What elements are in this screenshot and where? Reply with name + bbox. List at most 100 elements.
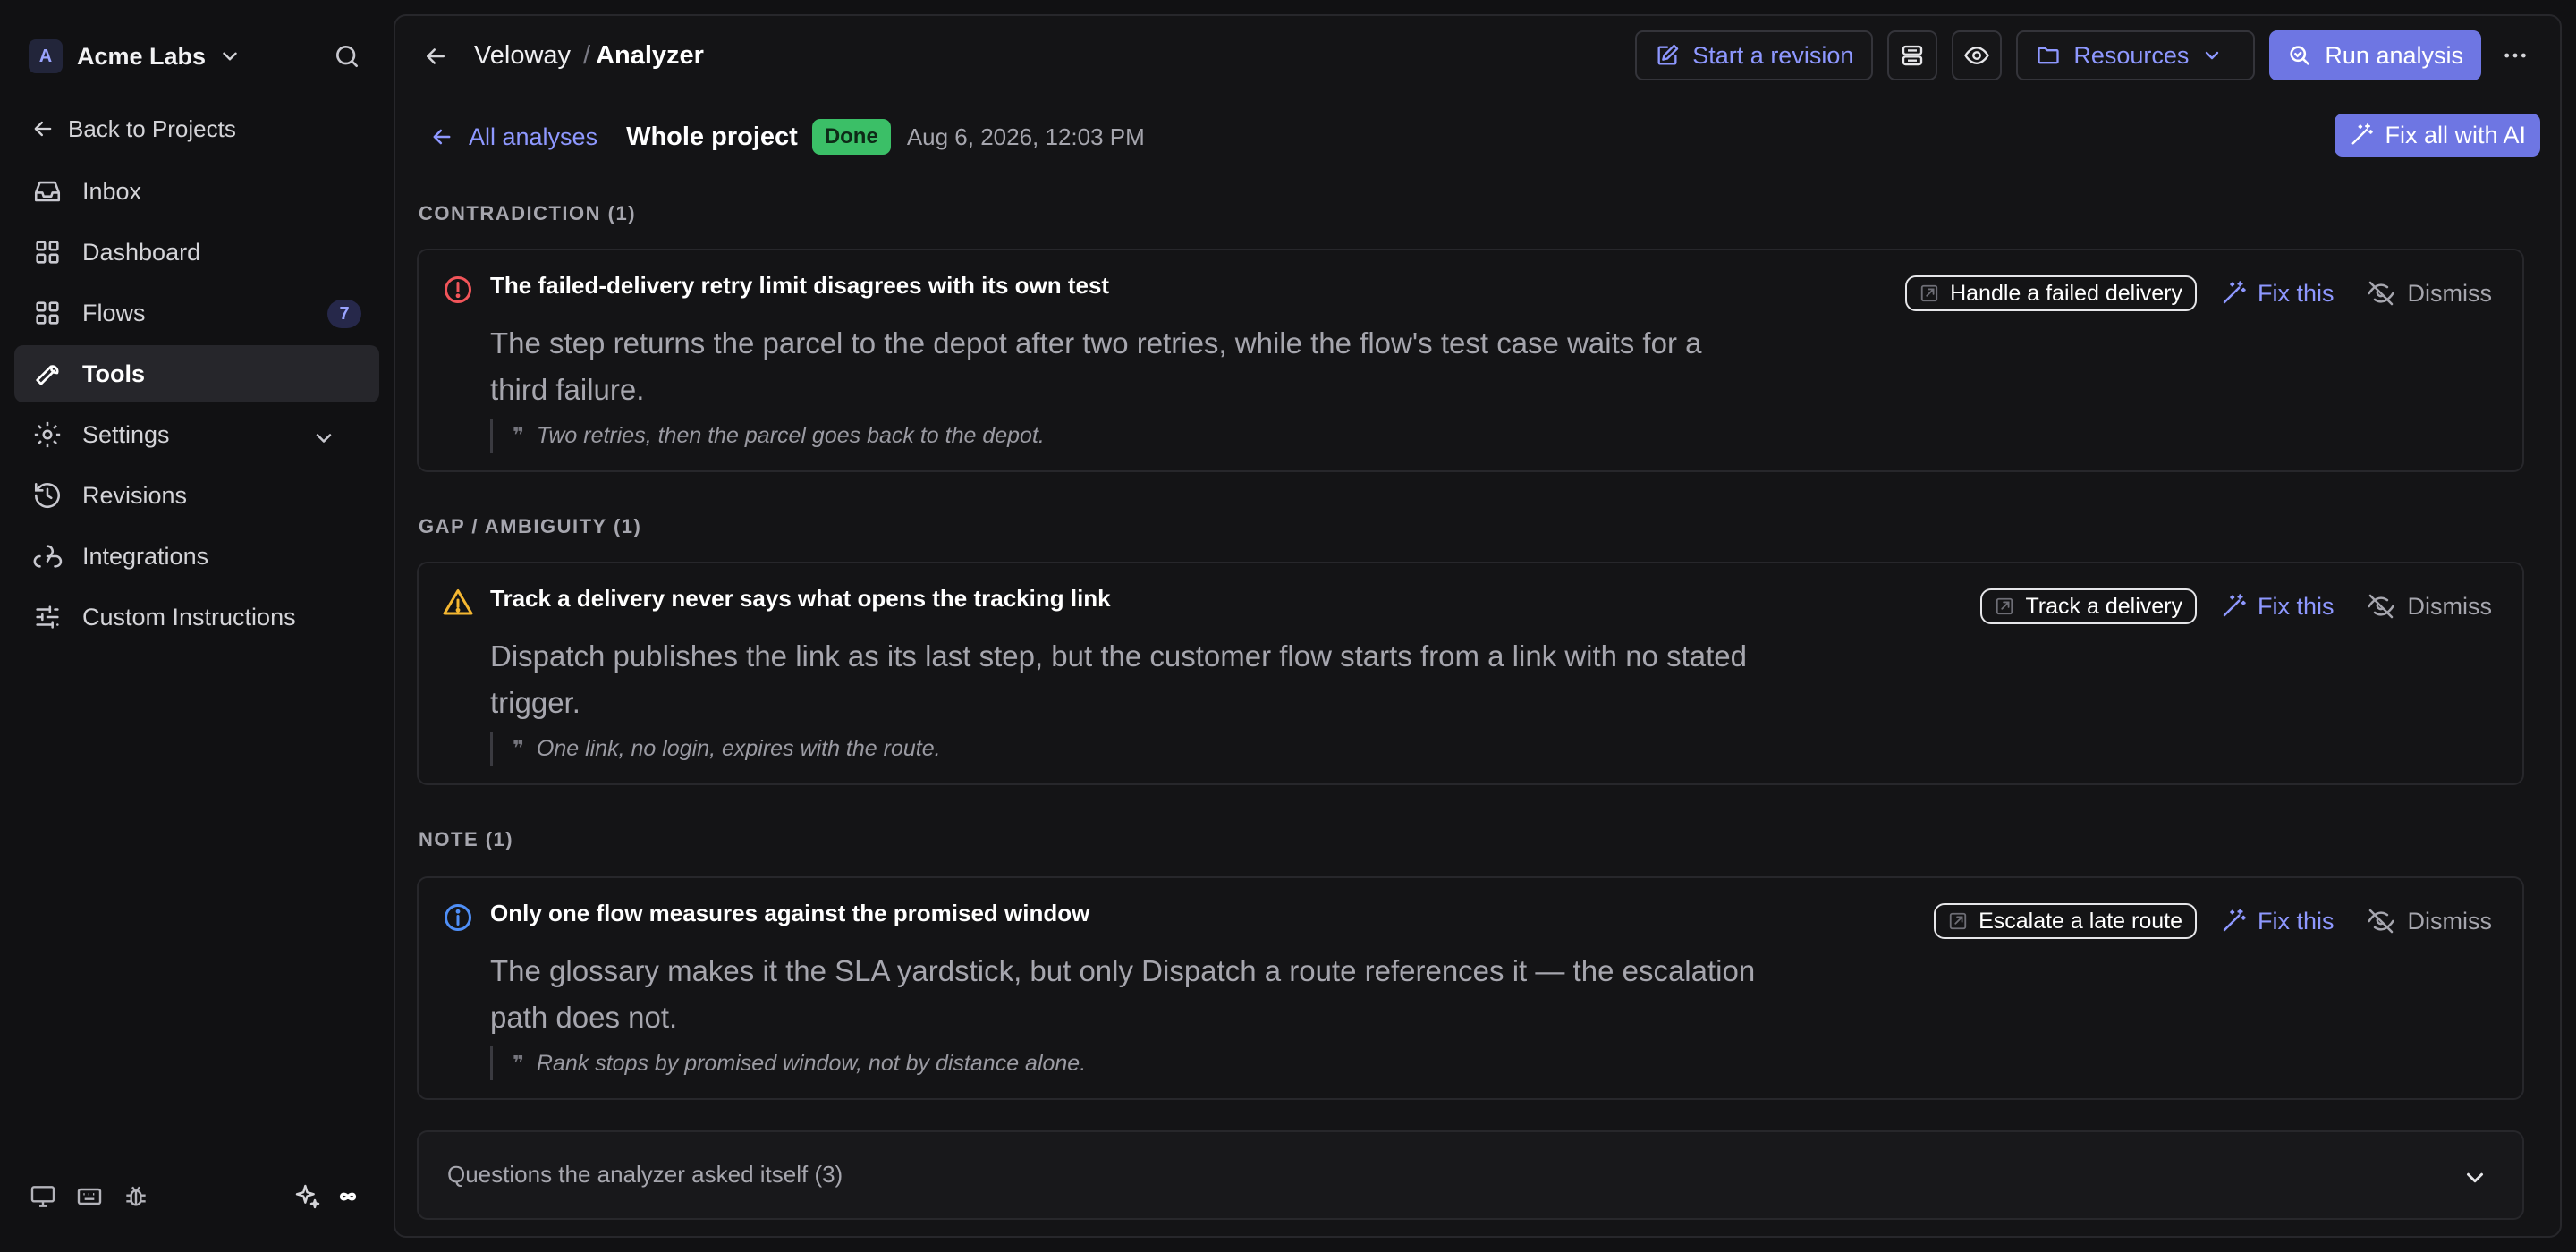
- top-bar: Veloway / Analyzer Start a revision Reso…: [395, 16, 2560, 97]
- chevron-down-icon: [311, 426, 356, 451]
- eye-off-icon: [2367, 592, 2408, 621]
- dismiss-label: Dismiss: [2407, 907, 2493, 935]
- panels-icon: [1899, 42, 1926, 69]
- breadcrumb-separator: /: [583, 41, 591, 70]
- run-analysis-button[interactable]: Run analysis: [2269, 30, 2481, 80]
- status-badge: Done: [811, 119, 891, 155]
- magic-wand-icon: [2349, 123, 2385, 148]
- flow-link-chip[interactable]: Track a delivery: [1980, 588, 2197, 624]
- flow-link-chip[interactable]: Escalate a late route: [1934, 903, 2197, 939]
- finding-description: The glossary makes it the SLA yardstick,…: [490, 954, 1756, 1034]
- chevron-down-icon: [2201, 45, 2235, 66]
- fix-this-button[interactable]: Fix this: [2220, 280, 2334, 308]
- external-link-icon: [1948, 911, 1979, 931]
- external-link-icon: [1919, 283, 1950, 303]
- dismiss-button[interactable]: Dismiss: [2367, 592, 2492, 621]
- search-analyze-icon: [2287, 43, 2325, 68]
- info-icon: [442, 901, 474, 934]
- sidebar-item-label: Settings: [82, 420, 170, 448]
- workspace-switcher[interactable]: A Acme Labs: [29, 36, 242, 77]
- finding-title: Only one flow measures against the promi…: [490, 900, 1090, 926]
- sidebar-nav: Inbox Dashboard Flows 7 Tools Settings R…: [14, 163, 379, 649]
- finding-card-contradiction: The failed-delivery retry limit disagree…: [417, 249, 2524, 472]
- sidebar-item-label: Inbox: [82, 177, 142, 205]
- finding-actions: Escalate a late route Fix this Dismiss: [1934, 903, 2492, 939]
- workspace-avatar: A: [29, 39, 63, 73]
- sliders-icon: [32, 602, 82, 632]
- magic-wand-icon: [2220, 593, 2258, 620]
- all-analyses-link[interactable]: All analyses: [429, 123, 597, 151]
- quote-icon: ❞: [513, 424, 524, 446]
- sidebar-item-integrations[interactable]: Integrations: [14, 528, 379, 585]
- sparkles-icon[interactable]: [293, 1182, 335, 1211]
- analysis-scope: Whole project: [626, 122, 798, 151]
- finding-description: The step returns the parcel to the depot…: [490, 326, 1702, 406]
- sidebar-item-flows[interactable]: Flows 7: [14, 284, 379, 342]
- quote-text: One link, no login, expires with the rou…: [536, 735, 941, 761]
- infinity-icon[interactable]: [335, 1183, 374, 1210]
- fix-this-label: Fix this: [2257, 907, 2334, 935]
- resources-label: Resources: [2073, 41, 2190, 69]
- fix-this-label: Fix this: [2257, 279, 2334, 307]
- sidebar-item-dashboard[interactable]: Dashboard: [14, 224, 379, 281]
- resources-dropdown[interactable]: Resources: [2016, 30, 2256, 80]
- sidebar-item-inbox[interactable]: Inbox: [14, 163, 379, 220]
- sidebar-item-settings[interactable]: Settings: [14, 406, 379, 463]
- monitor-icon[interactable]: [29, 1182, 75, 1211]
- search-icon[interactable]: [333, 42, 361, 71]
- sidebar-item-tools[interactable]: Tools: [14, 345, 379, 402]
- wrench-icon: [32, 359, 82, 389]
- sidebar-footer-right: [293, 1182, 374, 1211]
- flow-link-label: Handle a failed delivery: [1950, 280, 2182, 306]
- more-horizontal-icon: [2501, 41, 2529, 70]
- chevron-down-icon: [218, 45, 242, 68]
- fix-this-button[interactable]: Fix this: [2220, 908, 2334, 935]
- fix-this-button[interactable]: Fix this: [2220, 593, 2334, 621]
- bug-icon[interactable]: [122, 1182, 168, 1211]
- finding-title: The failed-delivery retry limit disagree…: [490, 272, 1110, 299]
- dismiss-button[interactable]: Dismiss: [2367, 279, 2492, 308]
- arrow-left-icon: [429, 124, 469, 149]
- flow-link-label: Track a delivery: [2025, 593, 2182, 619]
- sidebar-item-revisions[interactable]: Revisions: [14, 467, 379, 524]
- magic-wand-icon: [2220, 280, 2258, 307]
- fix-all-with-ai-button[interactable]: Fix all with AI: [2334, 114, 2540, 156]
- fix-this-label: Fix this: [2257, 592, 2334, 620]
- magic-wand-icon: [2220, 908, 2258, 935]
- fix-all-label: Fix all with AI: [2385, 121, 2526, 148]
- flow-link-chip[interactable]: Handle a failed delivery: [1905, 275, 2197, 311]
- all-analyses-label: All analyses: [469, 123, 598, 150]
- layout-toggle-button[interactable]: [1887, 30, 1938, 80]
- edit-icon: [1655, 43, 1692, 68]
- back-to-projects-link[interactable]: Back to Projects: [30, 111, 236, 147]
- quote-text: Two retries, then the parcel goes back t…: [536, 422, 1045, 448]
- sidebar: A Acme Labs Back to Projects Inbox Dashb…: [0, 0, 394, 1252]
- flows-icon: [32, 298, 82, 328]
- history-icon: [32, 480, 82, 511]
- section-heading-contradiction: CONTRADICTION (1): [419, 202, 637, 224]
- workspace-name: Acme Labs: [77, 42, 207, 70]
- alert-circle-icon: [442, 274, 474, 306]
- page-title: Analyzer: [596, 41, 704, 70]
- finding-quote: ❞ One link, no login, expires with the r…: [490, 732, 941, 766]
- sidebar-item-label: Flows: [82, 299, 146, 326]
- arrow-left-icon: [30, 116, 68, 141]
- start-revision-button[interactable]: Start a revision: [1635, 30, 1874, 80]
- questions-accordion[interactable]: Questions the analyzer asked itself (3): [417, 1130, 2524, 1220]
- finding-title: Track a delivery never says what opens t…: [490, 585, 1111, 612]
- sidebar-item-custom-instructions[interactable]: Custom Instructions: [14, 588, 379, 646]
- dashboard-icon: [32, 237, 82, 267]
- finding-actions: Track a delivery Fix this Dismiss: [1980, 588, 2492, 624]
- arrow-left-icon[interactable]: [422, 43, 449, 70]
- dismiss-button[interactable]: Dismiss: [2367, 907, 2493, 935]
- sidebar-item-label: Revisions: [82, 481, 188, 509]
- sidebar-item-label: Integrations: [82, 542, 209, 570]
- analysis-header: All analyses Whole project Done Aug 6, 2…: [429, 116, 1145, 157]
- keyboard-icon[interactable]: [75, 1182, 122, 1211]
- top-bar-actions: Start a revision Resources Run analysis: [1621, 30, 2540, 80]
- questions-label: Questions the analyzer asked itself (3): [447, 1161, 843, 1188]
- preview-button[interactable]: [1952, 30, 2003, 80]
- more-options-button[interactable]: [2490, 30, 2540, 80]
- breadcrumb-project[interactable]: Veloway: [474, 41, 571, 71]
- section-heading-gap-ambiguity: GAP / AMBIGUITY (1): [419, 515, 642, 537]
